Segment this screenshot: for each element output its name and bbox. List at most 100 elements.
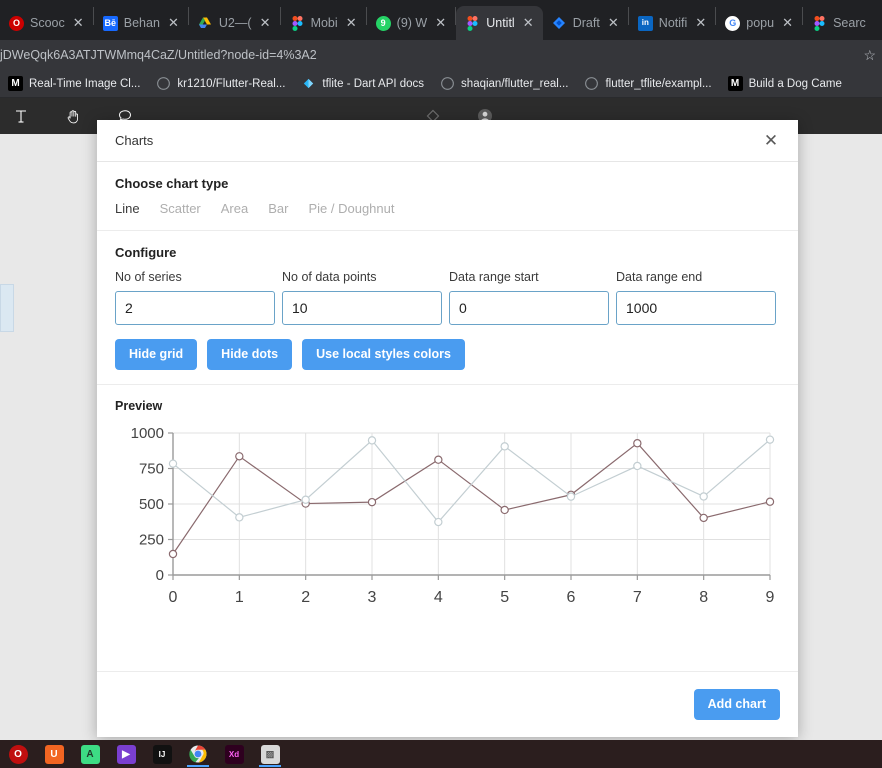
dialog-header: Charts ✕ (97, 120, 798, 162)
x-tick-label: 4 (434, 589, 443, 606)
x-tick-label: 8 (699, 589, 708, 606)
browser-tab[interactable]: G popu ✕ (716, 6, 802, 40)
figma-icon (465, 15, 480, 31)
figma-icon (812, 15, 827, 31)
taskbar-item-image-viewer[interactable]: ▨ (254, 741, 286, 767)
hide-dots-button[interactable]: Hide dots (207, 339, 293, 370)
preview-section: Preview 0 250 500 750 1000 0 1 2 3 4 5 6 7 8 9 (97, 385, 798, 649)
text-tool-icon[interactable] (8, 103, 34, 129)
browser-tab[interactable]: Searc (803, 6, 873, 40)
bookmark-label: Build a Dog Came (748, 77, 842, 90)
close-icon[interactable]: ✕ (780, 15, 795, 31)
y-tick-label: 250 (139, 531, 164, 548)
series-dot-2 (633, 461, 642, 470)
bookmark-item[interactable]: M Real-Time Image Cl... (0, 76, 148, 91)
no-of-series-input[interactable] (115, 291, 275, 325)
browser-tab[interactable]: U2—( ✕ (189, 6, 280, 40)
bookmark-item[interactable]: flutter_tflite/exampl... (576, 76, 719, 91)
preview-heading: Preview (115, 398, 163, 413)
image-viewer-icon: ▨ (260, 744, 280, 764)
x-tick-label: 3 (368, 589, 377, 606)
configure-heading: Configure (115, 245, 177, 260)
series-dot-2 (367, 435, 377, 445)
canvas-frame-thumbnail[interactable] (0, 284, 14, 332)
medium-icon: M (727, 76, 743, 91)
series-dot-2 (765, 434, 775, 444)
hide-grid-button[interactable]: Hide grid (115, 339, 198, 370)
field-no-of-series: No of series (115, 270, 282, 325)
use-local-styles-colors-button[interactable]: Use local styles colors (302, 339, 465, 370)
bookmark-item[interactable]: kr1210/Flutter-Real... (148, 76, 293, 91)
close-icon[interactable]: ✕ (433, 15, 448, 31)
series-dot-2 (168, 458, 178, 468)
bookmark-star-icon[interactable]: ☆ (863, 47, 882, 64)
close-icon[interactable]: ✕ (258, 15, 273, 31)
chart-type-pie-doughnut[interactable]: Pie / Doughnut (308, 201, 394, 216)
taskbar-item-adobe-xd[interactable]: Xd (218, 741, 250, 767)
browser-tab[interactable]: in Notifi ✕ (629, 6, 715, 40)
browser-tab[interactable]: Bē Behan ✕ (94, 6, 188, 40)
browser-tab[interactable]: O Scooc ✕ (0, 6, 93, 40)
taskbar-item-media-player[interactable]: ▶ (110, 741, 142, 767)
browser-tab[interactable]: Draft ✕ (543, 6, 628, 40)
google-icon: G (725, 15, 741, 31)
series-dot-1 (699, 513, 708, 522)
taskbar-item-uc-browser[interactable]: U (38, 741, 70, 767)
screen: O Scooc ✕ Bē Behan ✕ U2—( ✕ Mobi ✕ 9 (9)… (0, 0, 882, 768)
configure-buttons: Hide grid Hide dots Use local styles col… (115, 339, 780, 370)
browser-tabstrip: O Scooc ✕ Bē Behan ✕ U2—( ✕ Mobi ✕ 9 (9)… (0, 0, 882, 40)
chart-type-line[interactable]: Line (115, 201, 140, 216)
close-icon[interactable]: ✕ (760, 130, 782, 152)
close-icon[interactable]: ✕ (71, 15, 86, 31)
chart-type-bar[interactable]: Bar (268, 201, 288, 216)
taskbar-item-chrome[interactable] (182, 741, 214, 767)
taskbar-item-intellij-idea[interactable]: IJ (146, 741, 178, 767)
data-range-start-input[interactable] (449, 291, 609, 325)
field-data-range-end: Data range end (616, 270, 783, 325)
tab-label: Draft (572, 16, 600, 30)
y-tick-label: 1000 (131, 425, 164, 442)
bookmark-label: tflite - Dart API docs (322, 77, 425, 90)
taskbar-item-opera[interactable]: O (2, 741, 34, 767)
close-icon[interactable]: ✕ (521, 15, 536, 31)
bookmark-item[interactable]: M Build a Dog Came (720, 76, 850, 91)
y-tick-label: 750 (139, 460, 164, 477)
linkedin-icon: in (637, 15, 653, 31)
series-dot-1 (367, 497, 377, 506)
chart-type-options: Line Scatter Area Bar Pie / Doughnut (115, 201, 780, 216)
no-of-data-points-input[interactable] (282, 291, 442, 325)
dialog-title: Charts (115, 133, 154, 148)
browser-tab[interactable]: 9 (9) W ✕ (367, 6, 456, 40)
data-range-end-input[interactable] (616, 291, 776, 325)
browser-tab[interactable]: Mobi ✕ (281, 6, 366, 40)
chart-type-scatter[interactable]: Scatter (160, 201, 201, 216)
tab-label: (9) W (396, 16, 428, 30)
series-line-1 (172, 441, 771, 554)
x-tick-label: 6 (567, 589, 576, 606)
chart-type-area[interactable]: Area (221, 201, 248, 216)
series-dot-1 (765, 497, 775, 506)
address-bar[interactable]: jDWeQqk6A3ATJTWMmq4CaZ/Untitled?node-id=… (0, 40, 882, 70)
hand-tool-icon[interactable] (60, 103, 86, 129)
close-icon[interactable]: ✕ (606, 15, 621, 31)
bookmark-item[interactable]: shaqian/flutter_real... (432, 76, 576, 91)
android-studio-icon: A (80, 744, 100, 764)
x-tick-label: 5 (500, 589, 509, 606)
field-label: No of data points (282, 270, 377, 284)
add-chart-button[interactable]: Add chart (693, 689, 780, 720)
browser-tab-active[interactable]: Untitl ✕ (456, 6, 543, 40)
tab-label: popu (746, 16, 775, 30)
close-icon[interactable]: ✕ (166, 15, 181, 31)
dialog-footer: Add chart (97, 671, 798, 737)
series-dot-2 (699, 491, 708, 501)
close-icon[interactable]: ✕ (344, 15, 359, 31)
bookmark-item[interactable]: tflite - Dart API docs (293, 76, 432, 91)
configure-section: Configure No of series No of data points… (97, 231, 798, 385)
taskbar-item-android-studio[interactable]: A (74, 741, 106, 767)
tab-label: Mobi (310, 16, 338, 30)
url-text[interactable]: jDWeQqk6A3ATJTWMmq4CaZ/Untitled?node-id=… (0, 48, 863, 62)
close-icon[interactable]: ✕ (693, 15, 708, 31)
tab-label: U2—( (218, 16, 252, 30)
bookmark-label: Real-Time Image Cl... (29, 77, 141, 90)
github-icon (156, 76, 171, 91)
